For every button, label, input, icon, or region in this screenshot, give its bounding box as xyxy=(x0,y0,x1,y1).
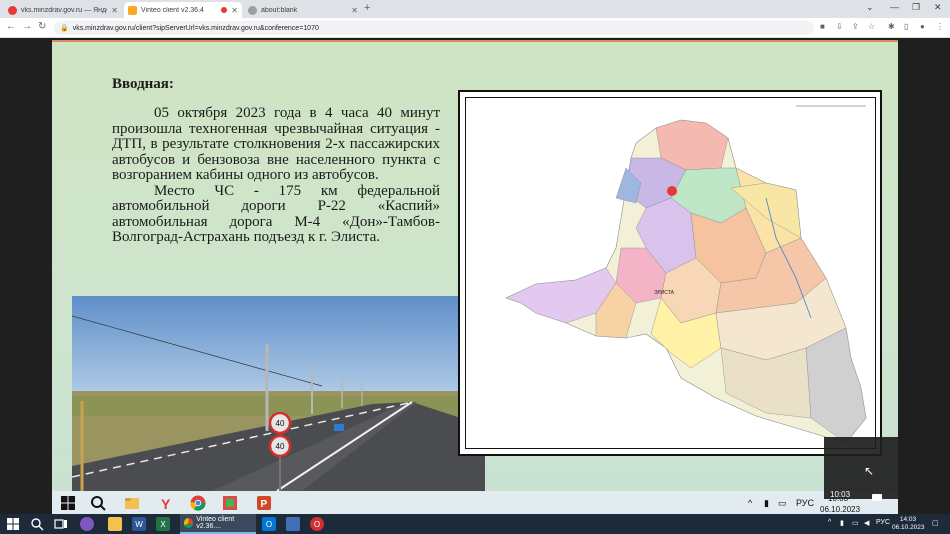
globe-icon xyxy=(248,5,257,15)
reload-icon[interactable]: ↻ xyxy=(38,21,46,32)
chrome-icon xyxy=(184,518,194,528)
svg-text:Y: Y xyxy=(161,496,171,511)
file-explorer-icon[interactable] xyxy=(124,495,140,511)
vinteo-favicon-icon xyxy=(128,5,137,15)
speed-sign-text: 40 xyxy=(276,442,285,451)
menu-icon[interactable]: ⋮ xyxy=(936,22,944,31)
camera-icon[interactable]: ■ xyxy=(820,22,825,31)
overlay-time: 10:03 xyxy=(830,490,851,499)
language-indicator[interactable]: РУС xyxy=(876,519,890,526)
tray-chevron-icon[interactable]: ^ xyxy=(748,498,752,508)
tab-vinteo[interactable]: Vinteo client v2.36.4 ✕ xyxy=(124,2,242,18)
close-icon[interactable]: ✕ xyxy=(231,6,238,15)
tray-chevron-icon[interactable]: ^ xyxy=(828,519,831,526)
language-indicator[interactable]: РУС xyxy=(796,498,814,508)
word-icon[interactable]: W xyxy=(132,517,146,531)
network-app-icon[interactable] xyxy=(286,517,300,531)
install-icon[interactable]: ⇩ xyxy=(836,22,843,31)
star-icon[interactable]: ☆ xyxy=(868,22,875,31)
slide-body: 05 октября 2023 года в 4 часа 40 минут п… xyxy=(112,105,440,246)
notifications-icon[interactable]: ▢ xyxy=(932,519,939,527)
minimize-button[interactable]: — xyxy=(890,2,899,12)
windows-start-icon[interactable] xyxy=(60,495,76,511)
sidepanel-icon[interactable]: ▯ xyxy=(904,22,908,31)
extensions-icon[interactable]: ✱ xyxy=(888,22,895,31)
back-icon[interactable]: ← xyxy=(6,21,16,32)
microphone-icon[interactable]: ▮ xyxy=(764,498,769,509)
screenshot-tool-icon[interactable] xyxy=(222,495,238,511)
yandex-browser-icon[interactable]: Y xyxy=(158,495,174,511)
system-clock[interactable]: 14:03 06.10.2023 xyxy=(892,516,925,532)
outlook-icon[interactable]: O xyxy=(262,517,276,531)
screen: vks.minzdrav.gov.ru — Яндекс: ✕ Vinteo c… xyxy=(0,0,950,534)
close-window-button[interactable]: ✕ xyxy=(934,2,942,13)
recording-icon xyxy=(221,7,228,13)
road-photo: 40 40 xyxy=(72,296,485,491)
video-conference-view: Вводная: 05 октября 2023 года в 4 часа 4… xyxy=(0,38,950,516)
search-icon[interactable] xyxy=(30,517,44,531)
browser-tab-strip: vks.minzdrav.gov.ru — Яндекс: ✕ Vinteo c… xyxy=(0,0,950,18)
mouse-cursor-icon: ↖ xyxy=(864,464,875,478)
forward-icon[interactable]: → xyxy=(22,21,32,32)
region-map: ЭЛИСТА xyxy=(458,90,882,456)
url-input[interactable]: 🔒 vks.minzdrav.gov.ru/client?sipServerUr… xyxy=(54,21,814,35)
lock-icon: 🔒 xyxy=(60,25,69,32)
slide-heading: Вводная: xyxy=(112,76,174,92)
share-icon[interactable]: ⇪ xyxy=(852,22,859,31)
powerpoint-icon[interactable]: P xyxy=(256,495,272,511)
tab-title: vks.minzdrav.gov.ru — Яндекс: xyxy=(21,6,107,14)
new-tab-button[interactable]: + xyxy=(364,2,370,14)
slide-paragraph: Место ЧС - 175 км федеральной автомобиль… xyxy=(112,182,440,245)
chat-icon[interactable] xyxy=(872,494,882,501)
tab-title: Vinteo client v2.36.4 xyxy=(141,6,204,14)
tab-about-blank[interactable]: about:blank ✕ xyxy=(244,2,362,18)
windows-start-icon[interactable] xyxy=(6,517,20,531)
accident-marker xyxy=(667,186,677,196)
close-icon[interactable]: ✕ xyxy=(111,6,118,15)
network-icon[interactable]: ▭ xyxy=(852,519,859,527)
map-canvas: ЭЛИСТА xyxy=(465,97,876,449)
search-icon[interactable] xyxy=(90,495,106,511)
close-icon[interactable]: ✕ xyxy=(351,6,358,15)
shared-slide: Вводная: 05 октября 2023 года в 4 часа 4… xyxy=(52,40,898,516)
file-explorer-icon[interactable] xyxy=(108,517,122,531)
volume-icon[interactable]: ◀ xyxy=(864,519,869,527)
address-bar-row: ← → ↻ 🔒 vks.minzdrav.gov.ru/client?sipSe… xyxy=(0,18,950,38)
opera-icon[interactable]: O xyxy=(310,517,324,531)
taskbar-item-label: Vinteo client v2.36.... xyxy=(196,516,235,530)
slide-paragraph: 05 октября 2023 года в 4 часа 40 минут п… xyxy=(112,105,440,183)
clock-date: 06.10.2023 xyxy=(892,524,925,531)
battery-icon: ▭ xyxy=(778,498,787,508)
profile-icon[interactable]: ● xyxy=(920,22,925,31)
task-view-icon[interactable] xyxy=(54,517,68,531)
speed-sign-text: 40 xyxy=(276,419,285,428)
url-text: vks.minzdrav.gov.ru/client?sipServerUrl=… xyxy=(72,24,319,32)
clock-time: 14:03 xyxy=(899,516,917,523)
map-city-label: ЭЛИСТА xyxy=(654,290,675,296)
windows-taskbar: W X Vinteo client v2.36.... O O ^ ▮ ▭ ◀ … xyxy=(0,514,950,534)
chevron-down-icon[interactable]: ⌄ xyxy=(866,2,874,13)
svg-text:P: P xyxy=(261,499,268,510)
microphone-icon[interactable]: ▮ xyxy=(840,519,844,527)
restore-button[interactable]: ❐ xyxy=(912,2,920,13)
excel-icon[interactable]: X xyxy=(156,517,170,531)
tab-yandex[interactable]: vks.minzdrav.gov.ru — Яндекс: ✕ xyxy=(4,2,122,18)
assistant-icon[interactable] xyxy=(80,517,94,531)
chrome-icon[interactable] xyxy=(190,495,206,511)
yandex-favicon-icon xyxy=(8,5,17,15)
remote-taskbar: Y P ^ ▮ ▭ РУС 10:03 06.10.2023 xyxy=(52,491,898,516)
remote-clock-date: 06.10.2023 xyxy=(820,505,861,514)
taskbar-item-vinteo[interactable]: Vinteo client v2.36.... xyxy=(180,514,256,534)
tab-title: about:blank xyxy=(261,6,298,14)
